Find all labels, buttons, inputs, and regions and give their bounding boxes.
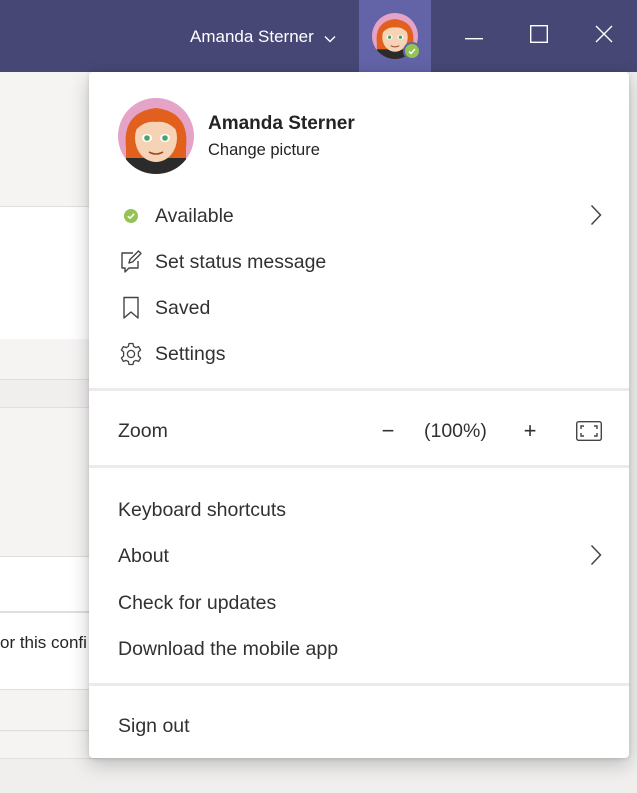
available-badge-icon (403, 42, 421, 60)
download-mobile-app-item[interactable]: Download the mobile app (118, 631, 602, 667)
gear-icon (118, 341, 144, 367)
set-status-message-item[interactable]: Set status message (118, 244, 602, 280)
about-item[interactable]: About (118, 538, 602, 574)
settings-item[interactable]: Settings (118, 336, 602, 372)
status-label: Available (155, 204, 234, 227)
background-card (0, 556, 100, 612)
background-band (0, 690, 100, 731)
about-label: About (118, 544, 169, 567)
fullscreen-icon (576, 421, 602, 441)
divider (89, 465, 629, 468)
saved-item[interactable]: Saved (118, 290, 602, 326)
zoom-row: Zoom − (100%) + (118, 412, 602, 450)
keyboard-shortcuts-item[interactable]: Keyboard shortcuts (118, 492, 602, 528)
background-text: or this confi (0, 633, 87, 652)
title-bar: Amanda Sterner (0, 0, 637, 72)
available-status-icon (118, 203, 144, 229)
zoom-label: Zoom (118, 419, 168, 442)
zoom-out-button[interactable]: − (374, 412, 402, 450)
sign-out-item[interactable]: Sign out (118, 708, 602, 744)
status-message-label: Set status message (155, 250, 327, 273)
divider (89, 683, 629, 686)
profile-header: Amanda Sterner Change picture (118, 98, 355, 174)
divider (89, 388, 629, 391)
zoom-in-button[interactable]: + (516, 412, 544, 450)
close-icon (595, 25, 613, 48)
profile-text: Amanda Sterner Change picture (208, 113, 355, 160)
saved-label: Saved (155, 296, 211, 319)
zoom-level: (100%) (424, 420, 487, 442)
background-band (0, 732, 100, 759)
profile-avatar-button[interactable] (359, 0, 431, 72)
profile-dropdown: Amanda Sterner Change picture Available … (89, 72, 629, 758)
fullscreen-button[interactable] (576, 419, 602, 443)
user-menu-button[interactable]: Amanda Sterner (190, 22, 336, 52)
avatar-image (118, 98, 194, 174)
background-card (0, 407, 100, 557)
check-updates-label: Check for updates (118, 591, 277, 614)
minimize-button[interactable] (454, 16, 494, 56)
status-available-item[interactable]: Available (118, 198, 602, 234)
chevron-down-icon (324, 28, 336, 48)
avatar (372, 13, 421, 60)
edit-note-icon (118, 249, 144, 275)
keyboard-shortcuts-label: Keyboard shortcuts (118, 498, 287, 521)
maximize-button[interactable] (519, 16, 559, 56)
maximize-icon (529, 24, 549, 48)
background-card (0, 206, 100, 340)
user-name: Amanda Sterner (190, 27, 314, 46)
bookmark-icon (118, 295, 144, 321)
change-picture-link[interactable]: Change picture (208, 141, 355, 160)
background-band (0, 339, 100, 380)
minimize-icon (465, 27, 483, 45)
settings-label: Settings (155, 342, 226, 365)
chevron-right-icon (590, 544, 602, 572)
check-updates-item[interactable]: Check for updates (118, 585, 602, 621)
chevron-right-icon (590, 204, 602, 232)
profile-name: Amanda Sterner (208, 112, 355, 134)
background-panel (0, 72, 100, 207)
sign-out-label: Sign out (118, 714, 190, 737)
download-mobile-app-label: Download the mobile app (118, 637, 339, 660)
close-button[interactable] (584, 16, 624, 56)
avatar[interactable] (118, 98, 194, 174)
